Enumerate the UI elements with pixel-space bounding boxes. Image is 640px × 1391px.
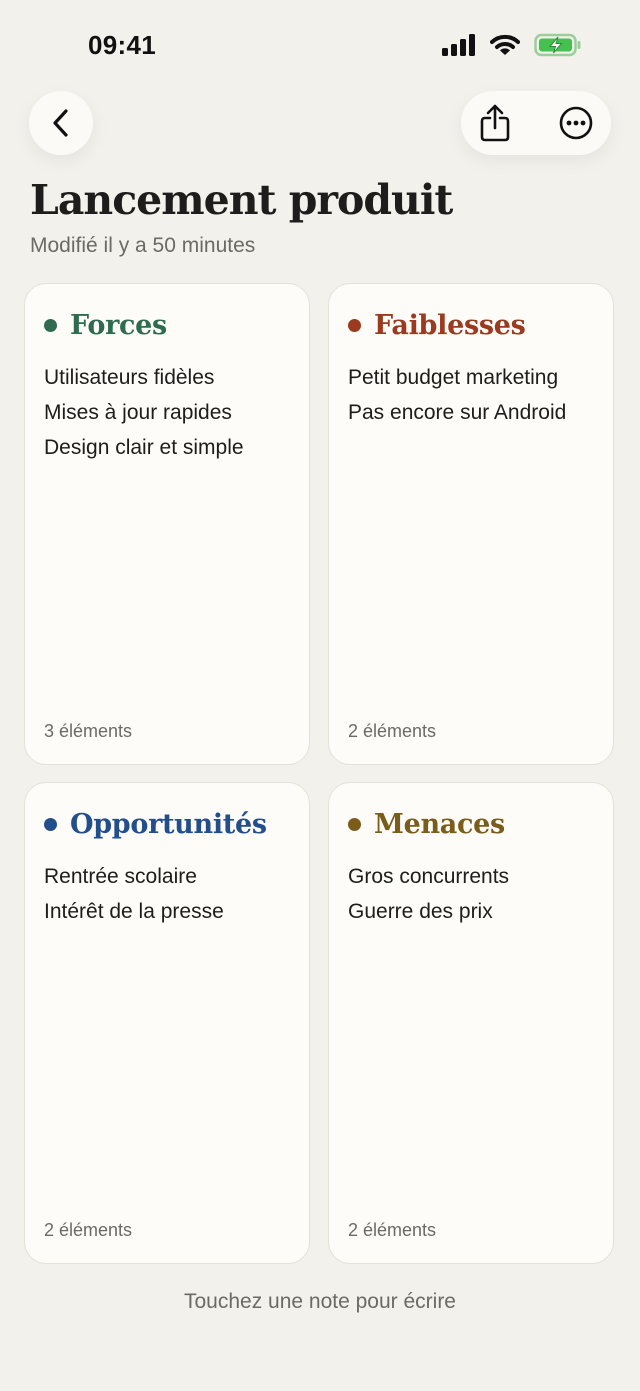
list-item[interactable]: Intérêt de la presse bbox=[44, 894, 224, 929]
more-options-button[interactable] bbox=[544, 91, 608, 155]
item-count: 2 éléments bbox=[348, 1220, 437, 1240]
quadrant-title: Menaces bbox=[374, 809, 505, 840]
toolbar-actions bbox=[461, 91, 611, 155]
wifi-icon bbox=[490, 34, 520, 55]
quadrant-header: Forces bbox=[44, 310, 167, 341]
quadrant-header: Menaces bbox=[348, 809, 505, 840]
list-item[interactable]: Guerre des prix bbox=[348, 894, 509, 929]
list-item[interactable]: Mises à jour rapides bbox=[44, 395, 244, 430]
quadrant-header: Faiblesses bbox=[348, 310, 526, 341]
note-title: Lancement produit bbox=[30, 176, 453, 224]
quadrant-title: Opportunités bbox=[70, 809, 267, 840]
quadrant-card-faiblesses[interactable]: Faiblesses Petit budget marketing Pas en… bbox=[328, 283, 614, 765]
list-item[interactable]: Gros concurrents bbox=[348, 859, 509, 894]
back-button[interactable] bbox=[29, 91, 93, 155]
chevron-left-icon bbox=[53, 109, 68, 137]
quadrant-items: Utilisateurs fidèles Mises à jour rapide… bbox=[44, 360, 244, 465]
item-count: 3 éléments bbox=[44, 721, 133, 741]
list-item[interactable]: Design clair et simple bbox=[44, 430, 244, 465]
quadrant-items: Rentrée scolaire Intérêt de la presse bbox=[44, 859, 224, 929]
quadrant-dot-icon bbox=[348, 319, 361, 332]
quadrant-header: Opportunités bbox=[44, 809, 267, 840]
quadrant-dot-icon bbox=[44, 818, 57, 831]
quadrant-dot-icon bbox=[348, 818, 361, 831]
item-count: 2 éléments bbox=[348, 721, 437, 741]
quadrant-card-menaces[interactable]: Menaces Gros concurrents Guerre des prix… bbox=[328, 782, 614, 1264]
share-icon bbox=[480, 104, 510, 142]
empty-hint: Touchez une note pour écrire bbox=[183, 1290, 456, 1313]
quadrant-title: Faiblesses bbox=[374, 310, 526, 341]
note-modified-time: Modifié il y a 50 minutes bbox=[30, 234, 256, 257]
item-count: 2 éléments bbox=[44, 1220, 133, 1240]
quadrant-card-opportunites[interactable]: Opportunités Rentrée scolaire Intérêt de… bbox=[24, 782, 310, 1264]
status-bar: 09:41 bbox=[0, 0, 640, 90]
status-icons bbox=[442, 33, 582, 57]
list-item[interactable]: Pas encore sur Android bbox=[348, 395, 566, 430]
quadrant-items: Petit budget marketing Pas encore sur An… bbox=[348, 360, 566, 430]
quadrant-card-forces[interactable]: Forces Utilisateurs fidèles Mises à jour… bbox=[24, 283, 310, 765]
quadrant-title: Forces bbox=[70, 310, 167, 341]
battery-charging-icon bbox=[534, 33, 581, 57]
cellular-signal-icon bbox=[442, 34, 475, 56]
list-item[interactable]: Petit budget marketing bbox=[348, 360, 566, 395]
list-item[interactable]: Rentrée scolaire bbox=[44, 859, 224, 894]
share-button[interactable] bbox=[463, 91, 527, 155]
list-item[interactable]: Utilisateurs fidèles bbox=[44, 360, 244, 395]
quadrant-dot-icon bbox=[44, 319, 57, 332]
status-time: 09:41 bbox=[88, 30, 156, 60]
ellipsis-circle-icon bbox=[559, 106, 593, 140]
quadrant-items: Gros concurrents Guerre des prix bbox=[348, 859, 509, 929]
